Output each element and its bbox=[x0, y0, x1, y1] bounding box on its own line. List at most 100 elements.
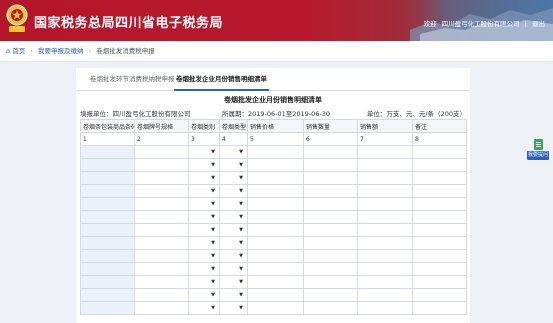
brand-spec-input[interactable] bbox=[134, 236, 189, 250]
dropdown-arrow-icon[interactable]: ▼ bbox=[239, 290, 243, 301]
type-select[interactable]: ▼ bbox=[219, 210, 248, 224]
remark-input[interactable] bbox=[412, 171, 467, 185]
dropdown-arrow-icon[interactable]: ▼ bbox=[211, 147, 215, 158]
price-input[interactable] bbox=[247, 288, 304, 302]
dropdown-arrow-icon[interactable]: ▼ bbox=[211, 160, 215, 171]
amount-input[interactable] bbox=[357, 184, 413, 198]
quantity-input[interactable] bbox=[303, 288, 358, 302]
dropdown-arrow-icon[interactable]: ▼ bbox=[239, 264, 243, 275]
brand-spec-input[interactable] bbox=[134, 288, 189, 302]
barcode-input[interactable] bbox=[80, 249, 135, 263]
type-select[interactable]: ▼ bbox=[219, 288, 248, 302]
quantity-input[interactable] bbox=[303, 171, 358, 185]
dropdown-arrow-icon[interactable]: ▼ bbox=[239, 147, 243, 158]
category-select[interactable]: ▼ bbox=[188, 236, 220, 250]
brand-spec-input[interactable] bbox=[134, 275, 189, 289]
amount-input[interactable] bbox=[357, 288, 413, 302]
barcode-input[interactable] bbox=[80, 288, 135, 302]
price-input[interactable] bbox=[247, 210, 304, 224]
dropdown-arrow-icon[interactable]: ▼ bbox=[239, 251, 243, 262]
price-input[interactable] bbox=[247, 236, 304, 250]
ask-question-widget[interactable]: 我要提问 bbox=[527, 139, 549, 161]
barcode-input[interactable] bbox=[80, 145, 135, 159]
price-input[interactable] bbox=[247, 249, 304, 263]
type-select[interactable]: ▼ bbox=[219, 171, 248, 185]
brand-spec-input[interactable] bbox=[134, 145, 189, 159]
barcode-input[interactable] bbox=[80, 236, 135, 250]
category-select[interactable]: ▼ bbox=[188, 301, 220, 315]
barcode-input[interactable] bbox=[80, 301, 135, 315]
dropdown-arrow-icon[interactable]: ▼ bbox=[211, 290, 215, 301]
dropdown-arrow-icon[interactable]: ▼ bbox=[211, 173, 215, 184]
remark-input[interactable] bbox=[412, 249, 467, 263]
amount-input[interactable] bbox=[357, 249, 413, 263]
type-select[interactable]: ▼ bbox=[219, 223, 248, 237]
dropdown-arrow-icon[interactable]: ▼ bbox=[211, 186, 215, 197]
price-input[interactable] bbox=[247, 158, 304, 172]
remark-input[interactable] bbox=[412, 184, 467, 198]
type-select[interactable]: ▼ bbox=[219, 262, 248, 276]
category-select[interactable]: ▼ bbox=[188, 288, 220, 302]
category-select[interactable]: ▼ bbox=[188, 275, 220, 289]
amount-input[interactable] bbox=[357, 145, 413, 159]
type-select[interactable]: ▼ bbox=[219, 275, 248, 289]
barcode-input[interactable] bbox=[80, 184, 135, 198]
brand-spec-input[interactable] bbox=[134, 301, 189, 315]
category-select[interactable]: ▼ bbox=[188, 171, 220, 185]
dropdown-arrow-icon[interactable]: ▼ bbox=[239, 225, 243, 236]
quantity-input[interactable] bbox=[303, 158, 358, 172]
price-input[interactable] bbox=[247, 197, 304, 211]
dropdown-arrow-icon[interactable]: ▼ bbox=[211, 251, 215, 262]
barcode-input[interactable] bbox=[80, 223, 135, 237]
category-select[interactable]: ▼ bbox=[188, 145, 220, 159]
barcode-input[interactable] bbox=[80, 262, 135, 276]
remark-input[interactable] bbox=[412, 288, 467, 302]
price-input[interactable] bbox=[247, 145, 304, 159]
amount-input[interactable] bbox=[357, 262, 413, 276]
category-select[interactable]: ▼ bbox=[188, 249, 220, 263]
company-name[interactable]: 四川盈弓化工股份有限公司 bbox=[442, 20, 520, 28]
category-select[interactable]: ▼ bbox=[188, 197, 220, 211]
quantity-input[interactable] bbox=[303, 249, 358, 263]
remark-input[interactable] bbox=[412, 223, 467, 237]
breadcrumb-level2[interactable]: 我要申报及缴纳 bbox=[38, 47, 84, 55]
dropdown-arrow-icon[interactable]: ▼ bbox=[239, 212, 243, 223]
barcode-input[interactable] bbox=[80, 275, 135, 289]
quantity-input[interactable] bbox=[303, 236, 358, 250]
barcode-input[interactable] bbox=[80, 197, 135, 211]
tab-tax-declaration[interactable]: 卷烟批发环节消费税纳税申报 bbox=[90, 68, 175, 90]
dropdown-arrow-icon[interactable]: ▼ bbox=[211, 264, 215, 275]
quantity-input[interactable] bbox=[303, 262, 358, 276]
remark-input[interactable] bbox=[412, 158, 467, 172]
barcode-input[interactable] bbox=[80, 171, 135, 185]
remark-input[interactable] bbox=[412, 301, 467, 315]
price-input[interactable] bbox=[247, 171, 304, 185]
brand-spec-input[interactable] bbox=[134, 223, 189, 237]
remark-input[interactable] bbox=[412, 210, 467, 224]
type-select[interactable]: ▼ bbox=[219, 158, 248, 172]
quantity-input[interactable] bbox=[303, 223, 358, 237]
dropdown-arrow-icon[interactable]: ▼ bbox=[211, 225, 215, 236]
amount-input[interactable] bbox=[357, 171, 413, 185]
brand-spec-input[interactable] bbox=[134, 171, 189, 185]
type-select[interactable]: ▼ bbox=[219, 145, 248, 159]
dropdown-arrow-icon[interactable]: ▼ bbox=[211, 277, 215, 288]
dropdown-arrow-icon[interactable]: ▼ bbox=[239, 173, 243, 184]
amount-input[interactable] bbox=[357, 197, 413, 211]
price-input[interactable] bbox=[247, 275, 304, 289]
category-select[interactable]: ▼ bbox=[188, 262, 220, 276]
dropdown-arrow-icon[interactable]: ▼ bbox=[239, 186, 243, 197]
category-select[interactable]: ▼ bbox=[188, 223, 220, 237]
dropdown-arrow-icon[interactable]: ▼ bbox=[239, 199, 243, 210]
amount-input[interactable] bbox=[357, 158, 413, 172]
tab-sales-detail[interactable]: 卷烟批发企业月份销售明细清单 bbox=[174, 68, 269, 91]
logout-link[interactable]: 退出 bbox=[532, 20, 545, 28]
quantity-input[interactable] bbox=[303, 210, 358, 224]
barcode-input[interactable] bbox=[80, 210, 135, 224]
type-select[interactable]: ▼ bbox=[219, 249, 248, 263]
dropdown-arrow-icon[interactable]: ▼ bbox=[239, 160, 243, 171]
brand-spec-input[interactable] bbox=[134, 210, 189, 224]
type-select[interactable]: ▼ bbox=[219, 184, 248, 198]
breadcrumb-home[interactable]: 首页 bbox=[12, 47, 25, 55]
brand-spec-input[interactable] bbox=[134, 197, 189, 211]
